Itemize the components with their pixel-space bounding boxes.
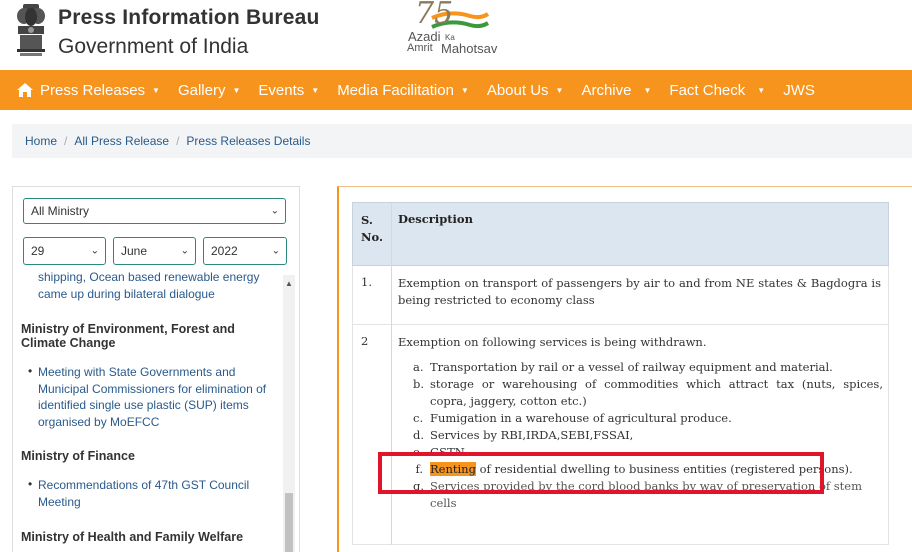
chevron-down-icon: ⌄ (180, 245, 189, 257)
list-item[interactable]: • Meeting with State Governments and Mun… (21, 364, 283, 430)
month-select[interactable]: June ⌄ (113, 237, 196, 265)
sub-item: c. Fumigation in a warehouse of agricult… (413, 410, 883, 427)
nav-label: Media Facilitation (337, 81, 454, 99)
list-item-text: Meeting with State Governments and Munic… (38, 365, 267, 429)
list-item-text: came up during bilateral dialogue (38, 286, 215, 301)
press-release-content: S. No. Description 1. Exemption on trans… (337, 186, 912, 552)
ministry-select[interactable]: All Ministry ⌄ (23, 198, 286, 224)
row-sno: 1. (361, 275, 372, 289)
sub-item-text: storage or warehousing of commodities wh… (430, 377, 883, 408)
nav-gallery[interactable]: Gallery ▼ (178, 82, 240, 99)
logo-text-mahotsav: Mahotsav (441, 41, 498, 56)
breadcrumb: Home / All Press Release / Press Release… (12, 124, 912, 158)
ministry-heading: Ministry of Finance (21, 449, 135, 463)
nav-about-us[interactable]: About Us ▼ (487, 82, 564, 99)
sub-item-letter: d. (413, 428, 425, 442)
ministry-select-value: All Ministry (31, 204, 90, 218)
sub-item-letter: c. (413, 411, 424, 425)
national-emblem-icon[interactable] (14, 2, 48, 58)
site-title[interactable]: Press Information Bureau (58, 6, 320, 30)
caret-down-icon: ▼ (311, 85, 320, 95)
sidebar-scrollbar[interactable]: ▲ (283, 275, 295, 552)
sub-item-text: Services by RBI,IRDA,SEBI,FSSAI, (430, 428, 634, 442)
caret-down-icon: ▼ (555, 85, 564, 95)
annotation-highlight-box (378, 452, 824, 494)
table-header: S. No. Description (352, 202, 889, 267)
table-row: 1. Exemption on transport of passengers … (352, 266, 889, 325)
nav-jws[interactable]: JWS (783, 82, 815, 99)
bullet-icon: • (28, 364, 33, 378)
sub-item: a. Transportation by rail or a vessel of… (413, 359, 883, 376)
bullet-icon: • (28, 477, 33, 491)
table-row: 2 Exemption on following services is bei… (352, 325, 889, 545)
nav-label: Fact Check (669, 81, 746, 99)
column-divider (391, 266, 392, 325)
day-select-value: 29 (31, 244, 45, 258)
ministry-heading: Ministry of Environment, Forest and Clim… (21, 322, 235, 350)
azadi-ka-amrit-mahotsav-logo[interactable]: 75 Azadi Ka Amrit Mahotsav (405, 0, 515, 62)
chevron-down-icon: ⌄ (270, 205, 279, 217)
scrollbar-thumb[interactable] (285, 493, 293, 552)
caret-down-icon: ▼ (460, 85, 469, 95)
site-subtitle: Government of India (58, 35, 249, 58)
ministry-sidebar: All Ministry ⌄ 29 ⌄ June ⌄ 2022 ⌄ shippi… (12, 186, 300, 552)
list-item-text: shipping, Ocean based renewable energy (38, 270, 260, 284)
header-description: Description (398, 212, 473, 226)
header-sno: S. No. (361, 213, 383, 244)
site-header: Press Information Bureau Government of I… (0, 0, 912, 70)
nav-press-releases[interactable]: Press Releases ▼ (16, 82, 160, 99)
month-select-value: June (121, 244, 148, 258)
breadcrumb-home[interactable]: Home (25, 134, 57, 148)
year-select[interactable]: 2022 ⌄ (203, 237, 287, 265)
breadcrumb-separator: / (176, 134, 180, 148)
nav-archive[interactable]: Archive ▼ (581, 82, 651, 99)
sub-item-letter: a. (413, 360, 424, 374)
chevron-down-icon: ⌄ (90, 245, 99, 257)
sub-item: b. storage or warehousing of commodities… (413, 376, 883, 410)
sub-item-text: Transportation by rail or a vessel of ra… (430, 360, 833, 374)
year-select-value: 2022 (211, 244, 238, 258)
logo-number: 75 (415, 0, 454, 31)
ministry-heading: Ministry of Health and Family Welfare (21, 530, 244, 544)
sub-item-letter: b. (413, 377, 425, 391)
column-divider (391, 325, 392, 545)
caret-down-icon: ▼ (757, 85, 766, 95)
list-item[interactable]: • Recommendations of 47th GST Council Me… (21, 477, 283, 510)
nav-label: Gallery (177, 81, 226, 99)
caret-down-icon: ▼ (232, 85, 241, 95)
nav-fact-check[interactable]: Fact Check ▼ (669, 82, 765, 99)
nav-label: About Us (486, 81, 549, 99)
nav-events[interactable]: Events ▼ (258, 82, 319, 99)
breadcrumb-current[interactable]: Press Releases Details (186, 134, 310, 148)
scroll-up-arrow-icon[interactable]: ▲ (283, 279, 295, 288)
list-item-partial[interactable]: shipping, Ocean based renewable energy c… (21, 269, 283, 302)
row-description: Exemption on transport of passengers by … (398, 276, 881, 307)
column-divider (391, 203, 392, 267)
day-select[interactable]: 29 ⌄ (23, 237, 106, 265)
sub-item: d. Services by RBI,IRDA,SEBI,FSSAI, (413, 427, 883, 444)
row-description: Exemption on following services is being… (398, 335, 707, 349)
breadcrumb-all-press-release[interactable]: All Press Release (74, 134, 169, 148)
nav-label: Events (258, 81, 305, 99)
main-navigation: Press Releases ▼ Gallery ▼ Events ▼ Medi… (0, 70, 912, 110)
logo-text-amrit: Amrit (407, 42, 433, 54)
breadcrumb-separator: / (64, 134, 68, 148)
caret-down-icon: ▼ (152, 85, 160, 95)
sub-item-text: Fumigation in a warehouse of agricultura… (430, 411, 732, 425)
row-sno: 2 (361, 334, 369, 348)
caret-down-icon: ▼ (643, 85, 652, 95)
chevron-down-icon: ⌄ (271, 245, 280, 257)
nav-label: JWS (783, 81, 815, 99)
press-release-list: shipping, Ocean based renewable energy c… (21, 269, 283, 544)
nav-media-facilitation[interactable]: Media Facilitation ▼ (337, 82, 469, 99)
home-icon (17, 83, 33, 97)
nav-label: Press Releases (40, 81, 146, 99)
nav-label: Archive (581, 81, 632, 99)
list-item-text: Recommendations of 47th GST Council Meet… (38, 478, 250, 509)
